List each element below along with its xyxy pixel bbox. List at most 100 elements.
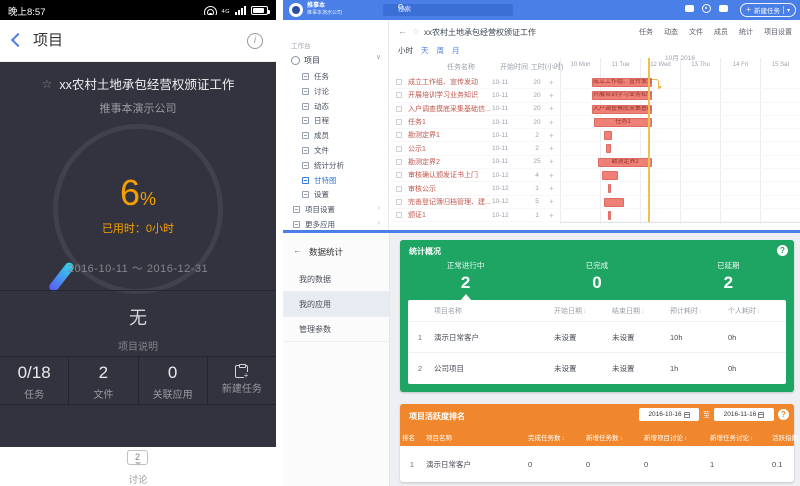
sort-icon[interactable]: ↕: [562, 436, 565, 442]
task-row[interactable]: 审核确认颁发证书上门10-124+: [390, 169, 560, 182]
scale-1[interactable]: 天: [421, 45, 429, 56]
sidebar-item-2[interactable]: 动态: [283, 98, 388, 113]
sort-icon[interactable]: ↕: [684, 436, 687, 442]
chevron-down-icon[interactable]: ▾: [787, 7, 790, 14]
ranking-col-header[interactable]: 活跃指数↕: [772, 432, 800, 442]
stats-sidebar-item-0[interactable]: 我的数据: [283, 267, 389, 292]
sort-icon[interactable]: ↕: [583, 309, 586, 315]
date-from-picker[interactable]: 2016-10-16: [639, 408, 699, 421]
gantt-bar[interactable]: [608, 184, 611, 193]
sidebar-item-4[interactable]: 成员: [283, 127, 388, 142]
overview-col-header[interactable]: 开始日期↕: [554, 306, 612, 316]
stats-sidebar-item-1[interactable]: 我的应用: [283, 292, 389, 317]
overview-col-header[interactable]: 预计耗时↕: [670, 306, 728, 316]
app-logo[interactable]: [289, 3, 303, 17]
task-row[interactable]: 颁证110-121+: [390, 209, 560, 222]
task-checkbox[interactable]: [396, 146, 402, 152]
task-name[interactable]: 勘测定界2: [408, 157, 492, 167]
task-name[interactable]: 审核公示: [408, 184, 492, 194]
tab-任务[interactable]: 任务: [639, 27, 653, 37]
task-row[interactable]: 完善登记簿归档管理、建...10-125+: [390, 196, 560, 209]
task-checkbox[interactable]: [396, 186, 402, 192]
sidebar-group[interactable]: 更多应用›: [283, 216, 388, 230]
task-name[interactable]: 颁证1: [408, 210, 492, 220]
task-checkbox[interactable]: [396, 79, 402, 85]
phone-stat[interactable]: 0关联应用: [139, 357, 208, 404]
add-subtask-icon[interactable]: +: [549, 211, 554, 220]
sort-icon[interactable]: ↕: [620, 436, 623, 442]
info-icon[interactable]: i: [247, 33, 263, 49]
gantt-bar[interactable]: 入户调查摸底采集基础信...: [592, 105, 652, 114]
sort-icon[interactable]: ↕: [757, 309, 760, 315]
task-checkbox[interactable]: [396, 159, 402, 165]
task-row[interactable]: 公示110-112+: [390, 142, 560, 155]
star-icon[interactable]: ☆: [42, 77, 53, 91]
ranking-col-header[interactable]: 项目名称: [424, 432, 528, 442]
project-switcher[interactable]: 项目 ∨: [291, 52, 383, 64]
stats-sidebar-item-2[interactable]: 管理参数: [283, 317, 389, 342]
sort-icon[interactable]: ↕: [641, 309, 644, 315]
task-row[interactable]: 开展培训学习业务知识10-1120+: [390, 89, 560, 102]
discussion-label[interactable]: 讨论: [0, 472, 276, 486]
gantt-bar[interactable]: [602, 171, 618, 180]
task-checkbox[interactable]: [396, 132, 402, 138]
add-subtask-icon[interactable]: +: [549, 104, 554, 113]
chevron-down-icon[interactable]: ∨: [376, 53, 381, 61]
scale-2[interactable]: 周: [437, 45, 445, 56]
overview-col-header[interactable]: 项目名称: [432, 306, 554, 316]
phone-stat[interactable]: 2文件: [69, 357, 138, 404]
task-name[interactable]: 成立工作组、宣传发动: [408, 77, 492, 87]
sidebar-item-1[interactable]: 讨论: [283, 83, 388, 98]
back-chevron-icon[interactable]: [11, 33, 25, 47]
task-checkbox[interactable]: [396, 92, 402, 98]
ranking-col-header[interactable]: 新增任务数↕: [586, 432, 644, 442]
task-name[interactable]: 完善登记簿归档管理、建...: [408, 197, 492, 207]
star-icon[interactable]: ☆: [412, 27, 419, 36]
sidebar-item-0[interactable]: 任务: [283, 68, 388, 83]
task-name[interactable]: 审核确认颁发证书上门: [408, 170, 492, 180]
ranking-col-header[interactable]: 新增项目讨论↕: [644, 432, 710, 442]
task-checkbox[interactable]: [396, 199, 402, 205]
chat-icon[interactable]: [685, 5, 694, 12]
ranking-col-header[interactable]: 完成任务数↕: [528, 432, 586, 442]
sidebar-item-8[interactable]: 设置: [283, 186, 388, 201]
gantt-bar[interactable]: 勘测定界2: [598, 158, 652, 167]
task-checkbox[interactable]: [396, 119, 402, 125]
tab-成员[interactable]: 成员: [714, 27, 728, 37]
add-subtask-icon[interactable]: +: [549, 118, 554, 127]
gear-icon[interactable]: [702, 4, 711, 13]
sidebar-item-6[interactable]: 统计分析: [283, 157, 388, 172]
task-checkbox[interactable]: [396, 172, 402, 178]
search-input[interactable]: 搜索: [383, 4, 513, 16]
tab-动态[interactable]: 动态: [664, 27, 678, 37]
overview-stat[interactable]: 已完成0: [531, 260, 662, 298]
new-task-button[interactable]: + 新建任务 ▾: [740, 3, 796, 17]
task-name[interactable]: 任务1: [408, 117, 492, 127]
task-row[interactable]: 审核公示10-121+: [390, 182, 560, 195]
tab-统计[interactable]: 统计: [739, 27, 753, 37]
gantt-bar[interactable]: 任务1: [594, 118, 652, 127]
tab-文件[interactable]: 文件: [689, 27, 703, 37]
task-checkbox[interactable]: [396, 106, 402, 112]
phone-stat[interactable]: 0/18任务: [0, 357, 69, 404]
sort-icon[interactable]: ↕: [750, 436, 753, 442]
gantt-bar[interactable]: 开展培训学习业务知识: [592, 91, 652, 100]
ranking-col-header[interactable]: 新增任务讨论↕: [710, 432, 772, 442]
task-row[interactable]: 任务110-1120+: [390, 116, 560, 129]
task-checkbox[interactable]: [396, 212, 402, 218]
ranking-table-row[interactable]: 1演示日常客户00010.1: [400, 446, 794, 482]
sidebar-item-3[interactable]: 日程: [283, 112, 388, 127]
gantt-bar[interactable]: 成立工作组、宣传发动: [592, 78, 652, 87]
task-name[interactable]: 公示1: [408, 144, 492, 154]
add-subtask-icon[interactable]: +: [549, 184, 554, 193]
add-subtask-icon[interactable]: +: [549, 78, 554, 87]
task-row[interactable]: 勘测定界110-112+: [390, 129, 560, 142]
add-subtask-icon[interactable]: +: [549, 157, 554, 166]
feedback-icon[interactable]: [719, 5, 728, 12]
discussion-badge[interactable]: 2: [127, 450, 148, 465]
overview-table-row[interactable]: 1演示日常客户未设置未设置10h0h: [408, 322, 786, 353]
sidebar-group[interactable]: 项目设置›: [283, 201, 388, 216]
back-arrow-icon[interactable]: ←: [293, 245, 302, 255]
gantt-bar[interactable]: [608, 211, 611, 220]
add-subtask-icon[interactable]: +: [549, 131, 554, 140]
